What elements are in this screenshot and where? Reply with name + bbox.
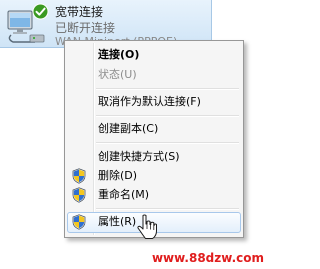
menu-separator bbox=[96, 115, 239, 117]
shield-icon bbox=[72, 168, 86, 184]
menu-item-label: 属性(R) bbox=[98, 215, 137, 228]
menu-separator bbox=[96, 88, 239, 90]
menu-item-status[interactable]: 状态(U) bbox=[67, 65, 241, 85]
menu-item-label: 状态(U) bbox=[98, 68, 137, 81]
menu-item-cancel-default[interactable]: 取消作为默认连接(F) bbox=[67, 92, 241, 112]
menu-item-rename[interactable]: 重命名(M) bbox=[67, 185, 241, 205]
watermark-text: www.88dzw.com bbox=[151, 251, 264, 265]
connection-name: 宽带连接 bbox=[55, 5, 104, 19]
desktop-area: 宽带连接 已断开连接 WAN Miniport (PPPOE) 连接(O) 状态… bbox=[0, 0, 270, 269]
menu-item-label: 重命名(M) bbox=[98, 188, 150, 201]
connection-status: 已断开连接 bbox=[55, 21, 116, 35]
check-icon bbox=[32, 3, 49, 20]
menu-item-label: 删除(D) bbox=[98, 169, 138, 182]
menu-item-label: 创建副本(C) bbox=[98, 122, 159, 135]
menu-item-label: 连接(O) bbox=[98, 48, 140, 61]
menu-item-delete[interactable]: 删除(D) bbox=[67, 166, 241, 186]
shield-icon bbox=[72, 187, 86, 203]
context-menu: 连接(O) 状态(U) 取消作为默认连接(F) 创建副本(C) 创建快捷方式(S… bbox=[64, 40, 244, 238]
menu-item-label: 取消作为默认连接(F) bbox=[98, 95, 201, 108]
menu-item-label: 创建快捷方式(S) bbox=[98, 150, 180, 163]
menu-item-copy[interactable]: 创建副本(C) bbox=[67, 119, 241, 139]
menu-item-connect[interactable]: 连接(O) bbox=[67, 45, 241, 65]
menu-item-create-shortcut[interactable]: 创建快捷方式(S) bbox=[67, 147, 241, 167]
menu-separator bbox=[96, 142, 239, 144]
hand-cursor-icon bbox=[137, 214, 157, 239]
menu-separator bbox=[96, 208, 239, 210]
shield-icon bbox=[72, 214, 86, 230]
